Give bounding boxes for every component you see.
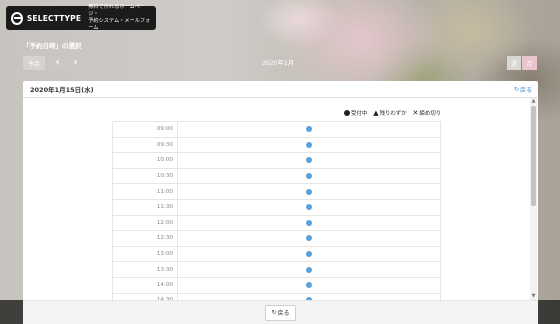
- undo-icon: ↻: [513, 85, 519, 93]
- legend-few-left-label: 残りわずか: [379, 111, 407, 117]
- legend: 受付中 ▲ 残りわずか ✕ 締め切り: [344, 109, 441, 117]
- scroll-thumb[interactable]: [531, 106, 536, 206]
- legend-closed-label: 締め切り: [419, 111, 441, 117]
- available-dot-icon[interactable]: [306, 204, 312, 211]
- slot-time: 13:30: [112, 262, 178, 277]
- time-slot-row[interactable]: 09:30: [112, 136, 441, 153]
- section-title: 「予約日時」の選択: [23, 42, 82, 50]
- available-dot-icon[interactable]: [306, 188, 312, 195]
- slot-status[interactable]: [178, 262, 441, 277]
- available-dot-icon[interactable]: [306, 282, 312, 289]
- time-slot-row[interactable]: 12:00: [112, 214, 441, 231]
- panel-header: 2020年1月15日(水) ↻ 戻る: [23, 81, 538, 98]
- available-dot-icon[interactable]: [306, 157, 312, 164]
- time-slot-row[interactable]: 11:30: [112, 198, 441, 215]
- slot-time: 10:00: [112, 153, 178, 168]
- scrollbar[interactable]: ▲ ▼: [530, 98, 537, 300]
- slot-time: 09:30: [112, 137, 178, 153]
- schedule-panel: 2020年1月15日(水) ↻ 戻る 受付中 ▲ 残りわずか ✕ 締め切り 09…: [23, 81, 538, 324]
- logo-mark-icon: [11, 11, 23, 25]
- available-dot-icon[interactable]: [306, 235, 312, 242]
- legend-few-left: ▲ 残りわずか: [373, 109, 406, 117]
- available-dot-icon[interactable]: [306, 141, 312, 148]
- available-dot-icon[interactable]: [306, 126, 312, 133]
- undo-icon: ↻: [271, 309, 277, 316]
- brand-name: SELECTTYPE: [26, 13, 82, 23]
- slot-time: 12:30: [112, 231, 178, 246]
- next-month-button[interactable]: ›: [67, 56, 84, 70]
- view-month-button[interactable]: 月: [522, 56, 537, 70]
- time-slot-row[interactable]: 10:30: [112, 167, 441, 184]
- slot-status[interactable]: [178, 137, 441, 153]
- current-month-label: 2020年1月: [262, 60, 295, 67]
- footer-back-label: 戻る: [277, 310, 290, 317]
- scroll-down-arrow-icon[interactable]: ▼: [531, 294, 536, 299]
- scroll-up-arrow-icon[interactable]: ▲: [531, 99, 536, 104]
- slot-time: 10:30: [112, 168, 178, 184]
- slot-status[interactable]: [178, 231, 441, 246]
- brand-tagline: 無料で作れるホームページ・ 予約システム・メールフォーム: [88, 4, 151, 32]
- slot-status[interactable]: [178, 184, 441, 199]
- slot-status[interactable]: [178, 199, 441, 215]
- brand-tagline-line2: 予約システム・メールフォーム: [88, 18, 151, 31]
- brand-tagline-line1: 無料で作れるホームページ・: [88, 4, 146, 17]
- slot-status[interactable]: [178, 122, 441, 137]
- slot-status[interactable]: [178, 215, 441, 231]
- chevron-left-icon: ‹: [55, 57, 60, 68]
- slot-time: 12:00: [112, 215, 178, 231]
- header-back-link[interactable]: ↻ 戻る: [514, 85, 532, 94]
- legend-available-label: 受付中: [351, 111, 368, 117]
- brand-logo[interactable]: SELECTTYPE 無料で作れるホームページ・ 予約システム・メールフォーム: [6, 4, 156, 32]
- slot-status[interactable]: [178, 277, 441, 293]
- time-slot-row[interactable]: 14:00: [112, 276, 441, 293]
- prev-month-button[interactable]: ‹: [49, 56, 66, 70]
- today-button[interactable]: 今月: [23, 56, 45, 70]
- slot-time: 09:00: [112, 122, 178, 137]
- legend-closed: ✕ 締め切り: [413, 109, 441, 117]
- slot-status[interactable]: [178, 168, 441, 184]
- slot-time: 11:00: [112, 184, 178, 199]
- slot-time: 14:00: [112, 277, 178, 293]
- chevron-right-icon: ›: [73, 57, 78, 68]
- time-slot-table: 09:00 09:30 10:00 10:30 11:00 11:30 12:00 12:30…: [112, 121, 441, 301]
- circle-icon: [344, 110, 350, 116]
- time-slot-row[interactable]: 13:00: [112, 245, 441, 262]
- slot-status[interactable]: [178, 246, 441, 262]
- footer-bar: ↻ 戻る: [23, 300, 538, 324]
- slot-status[interactable]: [178, 153, 441, 168]
- legend-available: 受付中: [344, 109, 367, 117]
- view-week-button[interactable]: 週: [507, 56, 521, 70]
- time-slot-row[interactable]: 12:30: [112, 230, 441, 246]
- time-slot-row[interactable]: 09:00: [112, 121, 441, 137]
- cross-icon: ✕: [412, 109, 419, 117]
- schedule-scroll-area: 2020年1月15日(水) ↻ 戻る 受付中 ▲ 残りわずか ✕ 締め切り 09…: [23, 81, 538, 301]
- header-back-label: 戻る: [519, 86, 532, 94]
- slot-time: 13:00: [112, 246, 178, 262]
- time-slot-row[interactable]: 11:00: [112, 183, 441, 199]
- time-slot-row[interactable]: 13:30: [112, 261, 441, 277]
- selected-date-label: 2020年1月15日(水): [30, 86, 94, 94]
- available-dot-icon[interactable]: [306, 219, 312, 226]
- available-dot-icon[interactable]: [306, 266, 312, 273]
- time-slot-row[interactable]: 10:00: [112, 152, 441, 168]
- slot-time: 11:30: [112, 199, 178, 215]
- footer-back-button[interactable]: ↻ 戻る: [265, 304, 296, 321]
- available-dot-icon[interactable]: [306, 173, 312, 180]
- available-dot-icon[interactable]: [306, 251, 312, 258]
- triangle-icon: ▲: [373, 109, 379, 117]
